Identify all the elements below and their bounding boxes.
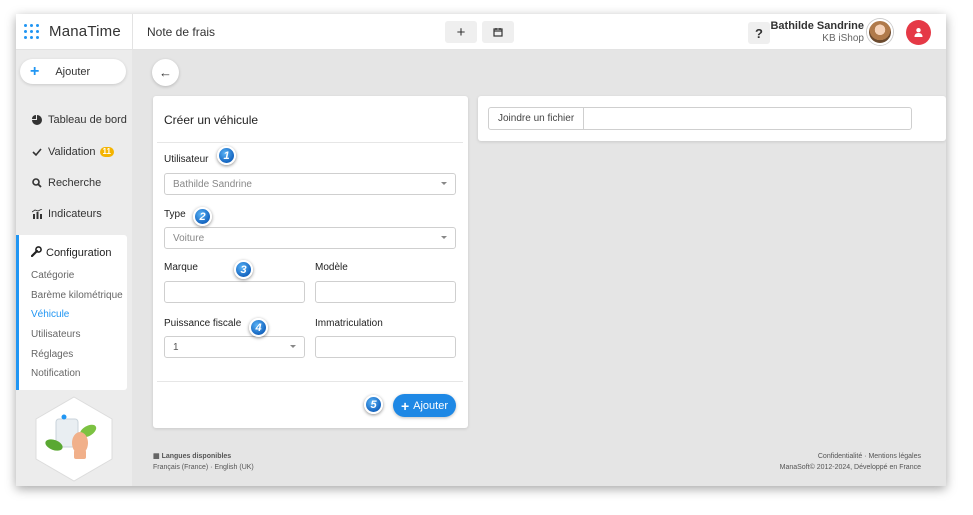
registration-input[interactable] bbox=[315, 336, 456, 358]
type-select-value: Voiture bbox=[173, 232, 205, 244]
form-title: Créer un véhicule bbox=[164, 113, 259, 127]
sidebar-add-button[interactable]: + Ajouter bbox=[20, 59, 126, 84]
config-item-vehicle[interactable]: Véhicule bbox=[31, 309, 69, 320]
help-button[interactable]: ? bbox=[748, 22, 770, 44]
calendar-button[interactable] bbox=[482, 21, 514, 43]
search-icon bbox=[30, 178, 44, 188]
user-name: Bathilde Sandrine bbox=[770, 20, 864, 32]
fiscal-power-label: Puissance fiscale bbox=[164, 318, 242, 329]
new-button[interactable]: + bbox=[445, 21, 477, 43]
config-item-users[interactable]: Utilisateurs bbox=[31, 329, 80, 340]
copyright: ManaSoft© 2012-2024, Développé en France bbox=[779, 464, 921, 471]
footer-languages: ▦ Langues disponibles Français (France) … bbox=[153, 451, 254, 473]
sidebar-item-label: Validation bbox=[48, 146, 96, 158]
sidebar: + Ajouter Tableau de bord Validation 11 … bbox=[16, 50, 132, 486]
arrow-left-icon: ← bbox=[159, 65, 172, 80]
submit-label: Ajouter bbox=[413, 399, 449, 412]
plus-icon: + bbox=[456, 23, 466, 41]
brand-input[interactable] bbox=[164, 281, 305, 303]
plus-icon: + bbox=[400, 397, 410, 414]
attach-file-button[interactable]: Joindre un fichier bbox=[489, 108, 585, 129]
vehicle-form-card: Créer un véhicule Utilisateur Bathilde S… bbox=[153, 96, 468, 428]
fiscal-power-value: 1 bbox=[173, 341, 179, 353]
divider bbox=[157, 142, 463, 143]
sidebar-item-label: Recherche bbox=[48, 177, 102, 189]
model-input[interactable] bbox=[315, 281, 456, 303]
sidebar-add-label: Ajouter bbox=[55, 65, 91, 78]
user-select-value: Bathilde Sandrine bbox=[173, 178, 252, 190]
language-links[interactable]: Français (France) · English (UK) bbox=[153, 462, 254, 473]
fiscal-power-select[interactable]: 1 bbox=[164, 336, 305, 358]
step-marker-3: 3 bbox=[234, 260, 253, 279]
step-marker-4: 4 bbox=[249, 318, 268, 337]
help-icon: ? bbox=[755, 25, 763, 41]
sidebar-item-validation[interactable]: Validation 11 bbox=[30, 146, 114, 158]
brand-label: Marque bbox=[164, 262, 198, 273]
step-marker-1: 1 bbox=[217, 146, 236, 165]
divider bbox=[132, 14, 133, 50]
chevron-down-icon bbox=[441, 236, 447, 239]
check-icon bbox=[30, 147, 44, 157]
sidebar-item-search[interactable]: Recherche bbox=[30, 177, 101, 189]
chevron-down-icon bbox=[290, 345, 296, 348]
divider bbox=[157, 381, 463, 382]
sidebar-item-label: Indicateurs bbox=[48, 208, 102, 220]
model-label: Modèle bbox=[315, 262, 348, 273]
config-header[interactable]: Configuration bbox=[30, 246, 112, 260]
attachment-card: Joindre un fichier bbox=[478, 96, 946, 141]
validation-count-badge: 11 bbox=[99, 147, 114, 157]
type-label: Type bbox=[164, 209, 186, 220]
avatar[interactable] bbox=[867, 19, 893, 45]
plus-icon: + bbox=[30, 62, 40, 80]
app-logo[interactable]: ManaTime bbox=[24, 23, 121, 40]
config-section: Configuration Catégorie Barème kilométri… bbox=[16, 235, 127, 390]
wrench-icon bbox=[30, 246, 42, 260]
footer-legal: Confidentialité · Mentions légales ManaS… bbox=[780, 451, 921, 473]
step-marker-5: 5 bbox=[364, 395, 383, 414]
config-item-notification[interactable]: Notification bbox=[31, 368, 80, 379]
notification-button[interactable] bbox=[906, 20, 931, 45]
language-icon: ▦ bbox=[153, 453, 160, 460]
user-select[interactable]: Bathilde Sandrine bbox=[164, 173, 456, 195]
sidebar-item-indicators[interactable]: Indicateurs bbox=[30, 208, 102, 220]
user-alert-icon bbox=[914, 28, 923, 37]
user-company: KB iShop bbox=[822, 33, 864, 44]
registration-label: Immatriculation bbox=[315, 318, 383, 329]
calendar-icon bbox=[493, 28, 503, 37]
languages-title-text: Langues disponibles bbox=[161, 453, 232, 460]
languages-title: ▦ Langues disponibles bbox=[153, 451, 254, 462]
sidebar-item-dashboard[interactable]: Tableau de bord bbox=[30, 114, 127, 126]
sidebar-item-label: Tableau de bord bbox=[48, 114, 127, 126]
config-item-settings[interactable]: Réglages bbox=[31, 349, 73, 360]
chevron-down-icon bbox=[441, 182, 447, 185]
config-item-mileage-scale[interactable]: Barème kilométrique bbox=[31, 290, 123, 301]
back-button[interactable]: ← bbox=[152, 59, 179, 86]
promo-illustration bbox=[35, 396, 113, 482]
logo-text: ManaTime bbox=[49, 23, 121, 40]
indicators-icon bbox=[30, 209, 44, 219]
config-item-category[interactable]: Catégorie bbox=[31, 270, 74, 281]
legal-links[interactable]: Confidentialité · Mentions légales bbox=[780, 451, 921, 462]
page-title: Note de frais bbox=[147, 25, 216, 39]
type-select[interactable]: Voiture bbox=[164, 227, 456, 249]
file-input[interactable]: Joindre un fichier bbox=[488, 107, 912, 130]
user-label: Utilisateur bbox=[164, 154, 209, 165]
step-marker-2: 2 bbox=[193, 207, 212, 226]
apps-grid-icon[interactable] bbox=[24, 24, 39, 39]
app-window: ManaTime Note de frais + ? Bathilde Sand… bbox=[16, 14, 946, 486]
pie-chart-icon bbox=[30, 115, 44, 125]
submit-add-button[interactable]: + Ajouter bbox=[393, 394, 456, 417]
config-title: Configuration bbox=[46, 247, 112, 259]
top-bar: ManaTime Note de frais + ? Bathilde Sand… bbox=[16, 14, 946, 50]
